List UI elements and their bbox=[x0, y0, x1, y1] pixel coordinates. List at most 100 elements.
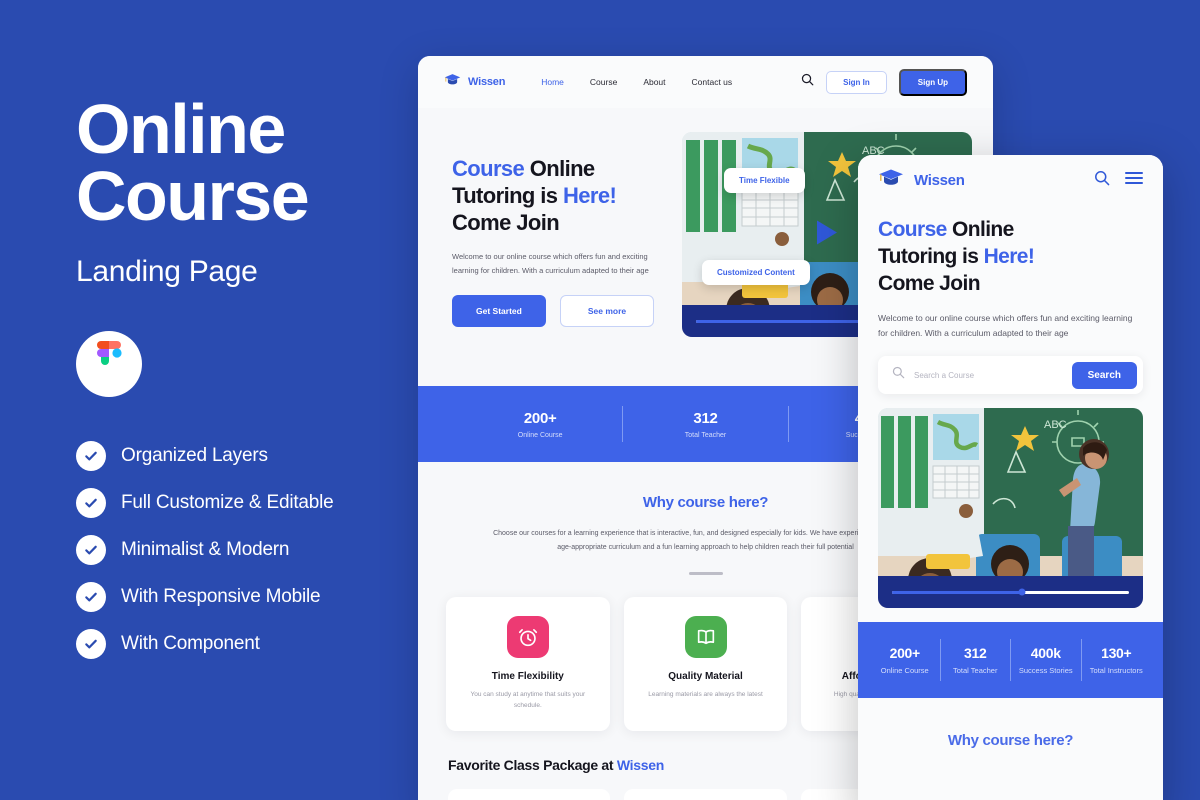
hero-heading-accent-2: Here! bbox=[983, 244, 1035, 268]
search-button[interactable]: Search bbox=[1071, 361, 1137, 389]
list-item: Organized Layers bbox=[76, 441, 406, 471]
stat-label: Online Course bbox=[880, 665, 929, 675]
stat-number: 312 bbox=[693, 409, 718, 427]
list-item: With Component bbox=[76, 629, 406, 659]
feature-card-quality-material[interactable]: Quality Material Learning materials are … bbox=[623, 596, 788, 731]
favorite-title-text: Favorite Class Package at bbox=[448, 756, 617, 773]
hero-heading-accent-1: Course bbox=[878, 218, 947, 241]
hero-heading-accent-1: Course bbox=[452, 156, 525, 181]
stat-total-instructors: 130+ Total Instructors bbox=[1082, 645, 1152, 677]
svg-text:ABC: ABC bbox=[1044, 419, 1067, 431]
stat-number: 200+ bbox=[523, 409, 557, 427]
hero-heading-plain-2: Tutoring is bbox=[452, 182, 563, 208]
search-icon bbox=[892, 366, 905, 384]
hero-heading-plain-3: Come Join bbox=[878, 271, 981, 295]
promo-title-line-1: Online bbox=[76, 90, 286, 168]
mobile-hero-paragraph: Welcome to our online course which offer… bbox=[878, 312, 1133, 338]
stat-success-stories: 400k Success Stories bbox=[1011, 645, 1081, 677]
stat-label: Success Stories bbox=[1018, 665, 1073, 675]
nav-link-course[interactable]: Course bbox=[590, 77, 617, 87]
sign-in-button[interactable]: Sign In bbox=[826, 70, 887, 94]
graduation-cap-icon bbox=[878, 168, 904, 192]
promo-subtitle: Landing Page bbox=[76, 255, 258, 288]
desktop-hero-paragraph: Welcome to our online course which offer… bbox=[452, 252, 649, 275]
card-description: Learning materials are always the latest bbox=[648, 690, 763, 698]
check-icon bbox=[76, 488, 106, 518]
see-more-button[interactable]: See more bbox=[559, 294, 655, 327]
alarm-clock-icon bbox=[506, 615, 549, 658]
check-icon bbox=[76, 629, 106, 659]
mobile-stats-bar: 200+ Online Course 312 Total Teacher 400… bbox=[858, 622, 1163, 699]
nav-link-home[interactable]: Home bbox=[541, 77, 564, 87]
nav-link-about[interactable]: About bbox=[643, 77, 665, 87]
badge-time-flexible: Time Flexible bbox=[724, 168, 805, 193]
page-title: Online Course bbox=[76, 90, 406, 235]
search-icon[interactable] bbox=[801, 73, 814, 91]
mobile-search-bar[interactable]: Search a Course Search bbox=[878, 356, 1143, 395]
nav-link-contact-us[interactable]: Contact us bbox=[692, 77, 733, 87]
search-input[interactable]: Search a Course bbox=[914, 371, 974, 380]
desktop-nav-actions: Sign In Sign Up bbox=[801, 68, 967, 96]
play-icon[interactable] bbox=[814, 218, 840, 251]
stat-number: 400k bbox=[1030, 644, 1061, 661]
sign-up-button[interactable]: Sign Up bbox=[898, 68, 967, 96]
feature-label: With Component bbox=[121, 633, 260, 654]
stat-label: Total Instructors bbox=[1089, 665, 1143, 675]
feature-label: Organized Layers bbox=[121, 445, 268, 466]
hero-heading-plain-3: Come Join bbox=[452, 209, 560, 235]
package-card[interactable] bbox=[448, 788, 611, 800]
mobile-nav-actions bbox=[1094, 170, 1143, 191]
card-description: You can study at anytime that suits your… bbox=[470, 690, 586, 709]
package-card[interactable] bbox=[624, 788, 787, 800]
mobile-body: Course Online Tutoring is Here! Come Joi… bbox=[858, 205, 1163, 609]
feature-list: Organized Layers Full Customize & Editab… bbox=[76, 441, 406, 659]
stat-number: 130+ bbox=[1101, 644, 1132, 661]
stat-total-teacher: 312 Total Teacher bbox=[623, 410, 787, 439]
open-book-icon bbox=[684, 615, 727, 658]
check-icon bbox=[76, 441, 106, 471]
mobile-mockup: Wissen Course Online Tutoring is Here! C… bbox=[858, 155, 1163, 800]
get-started-button[interactable]: Get Started bbox=[452, 294, 546, 327]
feature-label: With Responsive Mobile bbox=[121, 586, 321, 607]
list-item: Minimalist & Modern bbox=[76, 535, 406, 565]
promo-panel: Online Course Landing Page Organized Lay… bbox=[76, 90, 406, 659]
stat-label: Online Course bbox=[517, 431, 563, 439]
progress-knob[interactable] bbox=[1018, 588, 1026, 596]
mobile-why-section: Why course here? bbox=[858, 698, 1163, 749]
check-icon bbox=[76, 535, 106, 565]
progress-fill bbox=[892, 590, 1023, 594]
progress-track[interactable] bbox=[892, 588, 1129, 596]
desktop-hero-cta-group: Get Started See more bbox=[452, 294, 664, 327]
desktop-hero-heading: Course Online Tutoring is Here! Come Joi… bbox=[452, 156, 664, 236]
hamburger-menu-icon[interactable] bbox=[1125, 171, 1143, 190]
stat-online-course: 200+ Online Course bbox=[870, 645, 940, 677]
mobile-navbar: Wissen bbox=[858, 155, 1163, 205]
feature-card-time-flexibility[interactable]: Time Flexibility You can study at anytim… bbox=[446, 596, 610, 731]
feature-label: Full Customize & Editable bbox=[121, 492, 334, 513]
desktop-brand[interactable]: Wissen bbox=[444, 73, 505, 91]
mobile-video-progress[interactable] bbox=[878, 576, 1143, 609]
mobile-brand[interactable]: Wissen bbox=[878, 168, 965, 192]
stat-number: 200+ bbox=[889, 644, 921, 661]
stat-total-teacher: 312 Total Teacher bbox=[941, 645, 1011, 677]
stat-label: Total Teacher bbox=[684, 431, 727, 439]
hero-heading-plain-1: Online bbox=[946, 218, 1014, 241]
badge-customized-content: Customized Content bbox=[702, 260, 810, 285]
card-title: Quality Material bbox=[668, 670, 743, 682]
desktop-navbar: Wissen Home Course About Contact us Sign… bbox=[418, 56, 993, 108]
hero-heading-accent-2: Here! bbox=[562, 182, 617, 208]
stat-number: 312 bbox=[964, 644, 987, 661]
card-title: Time Flexibility bbox=[491, 670, 564, 682]
desktop-hero-copy: Course Online Tutoring is Here! Come Joi… bbox=[452, 132, 664, 386]
mobile-hero-media[interactable]: ABC bbox=[878, 408, 1143, 609]
stat-online-course: 200+ Online Course bbox=[458, 410, 622, 439]
promo-title-line-2: Course bbox=[76, 156, 310, 235]
search-icon[interactable] bbox=[1094, 170, 1110, 191]
feature-label: Minimalist & Modern bbox=[121, 539, 290, 560]
desktop-nav-links: Home Course About Contact us bbox=[541, 77, 732, 87]
graduation-cap-icon bbox=[444, 73, 461, 91]
figma-logo-icon bbox=[76, 331, 142, 397]
hero-heading-plain-1: Online bbox=[524, 156, 595, 181]
favorite-title-brand: Wissen bbox=[616, 756, 664, 773]
list-item: With Responsive Mobile bbox=[76, 582, 406, 612]
